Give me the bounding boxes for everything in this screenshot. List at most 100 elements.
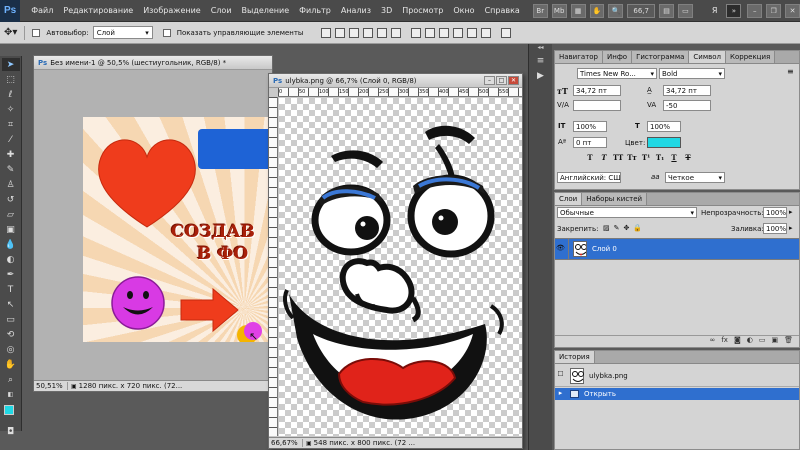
language-dropdown[interactable]: Английский: США▾ [557, 172, 621, 183]
distribute-left-icon[interactable] [453, 27, 464, 38]
default-colors-icon[interactable]: ◧ [2, 388, 20, 401]
font-family-dropdown[interactable]: Times New Ro... ▾ [577, 68, 657, 79]
auto-align-icon[interactable] [501, 27, 512, 38]
doc-close-button[interactable]: ✕ [508, 76, 519, 85]
dodge-tool-icon[interactable]: ◐ [2, 253, 20, 266]
document-1-zoom[interactable]: 50,51% [34, 382, 68, 390]
arrange-icon[interactable]: ▤ [659, 3, 674, 18]
document-1-canvas[interactable]: СОЗДАВ В ФО ↖ [83, 117, 273, 342]
healing-brush-icon[interactable]: ✚ [2, 148, 20, 161]
menu-3d[interactable]: 3D [376, 6, 397, 15]
tab-navigator[interactable]: Навигатор [555, 51, 603, 63]
font-style-dropdown[interactable]: Bold ▾ [659, 68, 725, 79]
document-2-canvas[interactable] [279, 98, 522, 436]
restore-icon[interactable]: ❐ [766, 3, 782, 18]
pen-tool-icon[interactable]: ✒ [2, 268, 20, 281]
3d-rotate-icon[interactable]: ⟲ [2, 328, 20, 341]
quick-mask-icon[interactable]: ◘ [2, 425, 20, 438]
distribute-top-icon[interactable] [411, 27, 422, 38]
eyedropper-icon[interactable]: ⁄ [2, 133, 20, 146]
zoom-level-dropdown[interactable]: 66,7 [627, 3, 656, 18]
small-caps-button[interactable]: Tт [627, 153, 637, 163]
screen-mode-icon[interactable]: ▭ [677, 3, 693, 18]
menu-select[interactable]: Выделение [237, 6, 295, 15]
history-panel-icon[interactable]: ≡ [532, 54, 550, 67]
horizontal-scale-field[interactable]: 100% [647, 121, 681, 132]
move-tool-icon[interactable]: ✥▾ [4, 27, 17, 38]
kerning-field[interactable] [573, 100, 621, 111]
subscript-button[interactable]: T₁ [655, 153, 665, 163]
mini-bridge-icon[interactable]: Mb [551, 3, 567, 18]
align-bottom-icon[interactable] [349, 27, 360, 38]
new-group-icon[interactable]: ▭ [759, 336, 766, 347]
strikethrough-button[interactable]: T [683, 153, 693, 163]
status-arrow-icon[interactable]: ▣ [68, 383, 77, 390]
hand-tool-icon[interactable]: ✋ [2, 358, 20, 371]
brush-tool-icon[interactable]: ✎ [2, 163, 20, 176]
workspace-label[interactable]: Я [707, 6, 723, 15]
lock-icons[interactable]: ▨✎✥🔒 [603, 224, 646, 232]
distribute-vcenter-icon[interactable] [425, 27, 436, 38]
type-tool-icon[interactable]: T [2, 283, 20, 296]
align-hcenter-icon[interactable] [377, 27, 388, 38]
history-snapshot-row[interactable]: ☐ ulybka.png [555, 365, 799, 387]
bridge-icon[interactable]: Br [532, 3, 548, 18]
menu-help[interactable]: Справка [480, 6, 525, 15]
tab-corrections[interactable]: Коррекция [726, 51, 776, 63]
tab-brush-presets[interactable]: Наборы кистей [582, 193, 648, 205]
tab-info[interactable]: Инфо [603, 51, 633, 63]
document-1-title-bar[interactable]: Ps Без имени-1 @ 50,5% (шестиугольник, R… [34, 56, 272, 70]
tab-character[interactable]: Символ [689, 51, 726, 63]
align-vcenter-icon[interactable] [335, 27, 346, 38]
fill-field[interactable]: 100% [763, 223, 787, 234]
path-select-icon[interactable]: ↖ [2, 298, 20, 311]
autoselect-checkbox[interactable] [32, 28, 41, 37]
blur-tool-icon[interactable]: 💧 [2, 238, 20, 251]
eraser-tool-icon[interactable]: ▱ [2, 208, 20, 221]
blend-mode-dropdown[interactable]: Обычные ▾ [557, 207, 697, 218]
collapse-arrows-icon[interactable]: ◂◂ [529, 44, 552, 52]
close-icon[interactable]: ✕ [785, 3, 800, 18]
underline-button[interactable]: T [669, 153, 679, 163]
actions-panel-icon[interactable]: ▶ [532, 69, 550, 82]
distribute-right-icon[interactable] [481, 27, 492, 38]
menu-layers[interactable]: Слои [206, 6, 237, 15]
distribute-hcenter-icon[interactable] [467, 27, 478, 38]
vertical-ruler[interactable] [269, 97, 278, 436]
all-caps-button[interactable]: TT [613, 153, 623, 163]
hand-icon[interactable]: ✋ [589, 3, 605, 18]
tab-layers[interactable]: Слои [555, 193, 583, 205]
menu-window[interactable]: Окно [448, 6, 479, 15]
layer-row[interactable]: 👁 Слой 0 [555, 238, 799, 260]
document-window-1[interactable]: Ps Без имени-1 @ 50,5% (шестиугольник, R… [33, 55, 273, 392]
antialias-dropdown[interactable]: Четкое ▾ [665, 172, 725, 183]
text-color-swatch[interactable] [647, 137, 681, 148]
doc-maximize-button[interactable]: □ [496, 76, 507, 85]
menu-view[interactable]: Просмотр [397, 6, 448, 15]
color-swatches[interactable] [1, 403, 21, 423]
align-right-icon[interactable] [391, 27, 402, 38]
autoselect-dropdown[interactable]: Слой ▾ [92, 26, 153, 39]
faux-bold-button[interactable]: T [585, 153, 595, 163]
menu-file[interactable]: Файл [26, 6, 58, 15]
snapshot-source-icon[interactable]: ☐ [555, 370, 566, 381]
crop-tool-icon[interactable]: ⌗ [2, 118, 20, 131]
magic-wand-icon[interactable]: ✧ [2, 103, 20, 116]
expand-icon[interactable]: » [726, 3, 742, 18]
document-2-zoom[interactable]: 66,67% [269, 439, 303, 447]
baseline-shift-field[interactable]: 0 пт [573, 137, 607, 148]
visibility-eye-icon[interactable]: 👁 [555, 244, 566, 255]
panel-menu-icon[interactable]: ≡ [787, 67, 794, 76]
menu-filter[interactable]: Фильтр [294, 6, 336, 15]
menu-analysis[interactable]: Анализ [336, 6, 376, 15]
move-tool-icon[interactable]: ➤ [1, 58, 20, 71]
layer-style-icon[interactable]: fx [721, 336, 728, 347]
minimize-icon[interactable]: – [747, 3, 763, 18]
leading-field[interactable]: 34,72 пт [663, 85, 711, 96]
tab-history[interactable]: История [555, 351, 595, 363]
show-controls-checkbox[interactable] [162, 28, 171, 37]
opacity-field[interactable]: 100% [763, 207, 787, 218]
history-brush-icon[interactable]: ↺ [2, 193, 20, 206]
shape-tool-icon[interactable]: ▭ [2, 313, 20, 326]
link-layers-icon[interactable]: ∞ [710, 336, 716, 347]
